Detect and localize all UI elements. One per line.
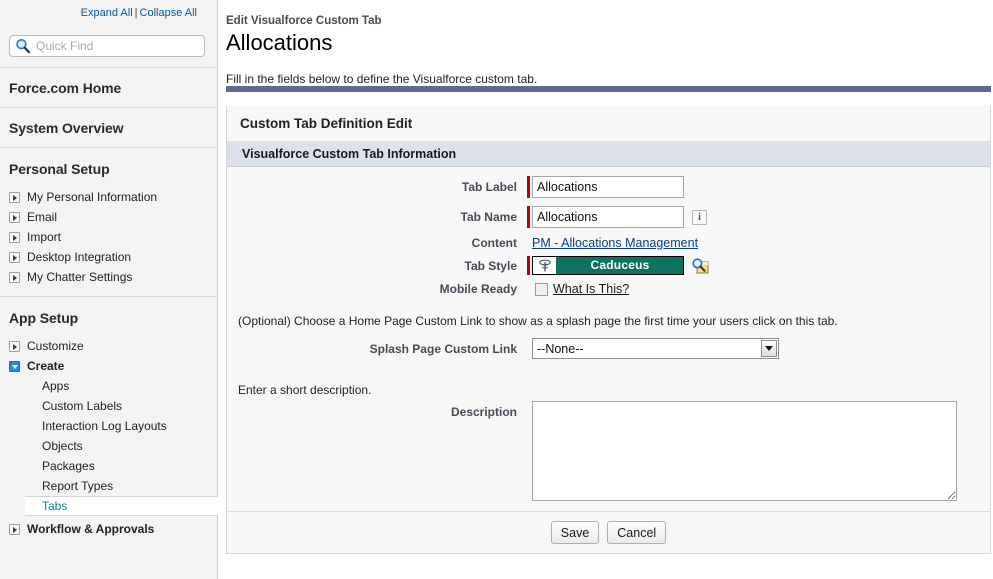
description-textarea[interactable] xyxy=(532,401,957,501)
form-area: Tab Label Tab Name i xyxy=(227,167,990,553)
expand-all-link[interactable]: Expand All xyxy=(81,7,133,19)
field-row-description: Description xyxy=(227,401,990,501)
splash-link-control: --None-- xyxy=(527,338,779,359)
sidebar-item-desktop-integration[interactable]: Desktop Integration xyxy=(0,247,217,267)
chevron-right-icon[interactable] xyxy=(9,271,20,283)
sidebar-item-custom-labels[interactable]: Custom Labels xyxy=(0,396,217,416)
sidebar-item-customize[interactable]: Customize xyxy=(0,336,217,356)
splash-link-label: Splash Page Custom Link xyxy=(369,341,517,356)
chevron-right-icon[interactable] xyxy=(9,251,20,263)
sidebar-item-workflow-approvals[interactable]: Workflow & Approvals xyxy=(0,519,217,539)
quick-find-input[interactable] xyxy=(9,35,205,57)
quick-find-wrapper xyxy=(9,35,205,57)
required-indicator xyxy=(527,256,530,275)
cancel-button[interactable]: Cancel xyxy=(607,521,667,544)
sidebar-item-report-types[interactable]: Report Types xyxy=(0,476,217,496)
description-control xyxy=(527,401,957,501)
sidebar-item-label: Desktop Integration xyxy=(27,250,132,264)
sidebar-item-label: My Chatter Settings xyxy=(27,270,133,284)
collapse-all-link[interactable]: Collapse All xyxy=(140,7,197,19)
tab-style-name: Caduceus xyxy=(590,258,650,272)
chevron-down-icon[interactable] xyxy=(9,360,20,372)
info-icon[interactable]: i xyxy=(692,209,707,225)
field-row-splash-link: Splash Page Custom Link --None-- xyxy=(227,338,990,359)
sidebar-item-tabs[interactable]: Tabs xyxy=(25,496,218,516)
sidebar-header-personal-setup: Personal Setup xyxy=(9,161,110,177)
sidebar-item-label: Customize xyxy=(27,339,84,353)
tab-name-input[interactable] xyxy=(532,206,684,228)
field-row-content: Content PM - Allocations Management xyxy=(227,236,990,250)
setup-page: Expand All|Collapse All Force.com Home S… xyxy=(0,0,993,579)
sidebar-item-apps[interactable]: Apps xyxy=(0,376,217,396)
caduceus-icon xyxy=(533,257,557,274)
sidebar-item-system-overview[interactable]: System Overview xyxy=(0,108,217,147)
custom-tab-definition-panel: Custom Tab Definition Edit Visualforce C… xyxy=(226,106,991,554)
mobile-ready-checkbox[interactable] xyxy=(535,282,548,296)
tab-label-label: Tab Label xyxy=(461,180,517,194)
sidebar-item-objects[interactable]: Objects xyxy=(0,436,217,456)
sidebar-item-interaction-log-layouts[interactable]: Interaction Log Layouts xyxy=(0,416,217,436)
tab-name-label: Tab Name xyxy=(460,210,517,224)
field-row-tab-style: Tab Style Caduceus xyxy=(227,256,990,275)
tab-style-label: Tab Style xyxy=(464,258,517,273)
tab-label-control xyxy=(527,176,684,198)
content-control: PM - Allocations Management xyxy=(527,236,698,250)
sidebar-item-import[interactable]: Import xyxy=(0,227,217,247)
tab-style-control: Caduceus xyxy=(527,256,709,275)
field-row-tab-label: Tab Label xyxy=(227,176,990,198)
chevron-right-icon[interactable] xyxy=(9,211,20,223)
expand-collapse-links: Expand All | Collapse All xyxy=(10,6,207,20)
tab-name-control: i xyxy=(527,206,707,228)
mobile-ready-control: What Is This? xyxy=(527,282,629,296)
splash-help-text: (Optional) Choose a Home Page Custom Lin… xyxy=(238,314,838,328)
sidebar-item-packages[interactable]: Packages xyxy=(0,456,217,476)
required-indicator xyxy=(527,206,530,228)
sidebar-item-label: Create xyxy=(27,359,65,373)
content-label: Content xyxy=(471,236,517,250)
panel-accent-bar xyxy=(226,86,991,92)
page-intro-text: Fill in the fields below to define the V… xyxy=(226,72,538,86)
setup-sidebar: Expand All|Collapse All Force.com Home S… xyxy=(0,0,218,579)
sidebar-header-app-setup: App Setup xyxy=(9,310,79,326)
chevron-right-icon[interactable] xyxy=(9,191,20,203)
sidebar-item-force-home[interactable]: Force.com Home xyxy=(0,68,217,107)
what-is-this-link[interactable]: What Is This? xyxy=(553,282,629,296)
tab-style-swatch[interactable]: Caduceus xyxy=(532,256,684,275)
breadcrumb: Edit Visualforce Custom Tab xyxy=(226,15,382,27)
sidebar-item-my-personal-information[interactable]: My Personal Information xyxy=(0,187,217,207)
lookup-icon[interactable] xyxy=(691,257,709,275)
mobile-ready-label: Mobile Ready xyxy=(439,282,517,296)
description-help-text: Enter a short description. xyxy=(238,383,372,397)
chevron-right-icon[interactable] xyxy=(9,340,20,352)
description-label: Description xyxy=(450,405,517,419)
chevron-right-icon[interactable] xyxy=(9,523,20,535)
main-inner: Edit Visualforce Custom Tab Allocations … xyxy=(218,0,993,554)
sidebar-item-label: Workflow & Approvals xyxy=(27,522,155,536)
tab-label-input[interactable] xyxy=(532,176,684,198)
main-content: Edit Visualforce Custom Tab Allocations … xyxy=(218,0,993,579)
required-indicator xyxy=(527,176,530,198)
sidebar-item-email[interactable]: Email xyxy=(0,207,217,227)
field-row-mobile-ready: Mobile Ready What Is This? xyxy=(227,282,990,296)
save-button[interactable]: Save xyxy=(550,521,600,544)
link-separator: | xyxy=(134,7,138,19)
sidebar-item-label: Import xyxy=(27,230,62,244)
panel-title: Custom Tab Definition Edit xyxy=(227,106,990,142)
sidebar-item-my-chatter-settings[interactable]: My Chatter Settings xyxy=(0,267,217,287)
panel-footer: Save Cancel xyxy=(227,511,990,553)
chevron-right-icon[interactable] xyxy=(9,231,20,243)
sidebar-top: Expand All | Collapse All xyxy=(0,0,217,28)
field-row-tab-name: Tab Name i xyxy=(227,206,990,228)
section-header: Visualforce Custom Tab Information xyxy=(227,142,990,167)
sidebar-item-label: My Personal Information xyxy=(27,190,158,204)
splash-select-wrapper: --None-- xyxy=(532,338,779,359)
sidebar-item-label: Email xyxy=(27,210,58,224)
page-title: Allocations xyxy=(226,30,333,55)
splash-link-select[interactable]: --None-- xyxy=(532,338,779,359)
content-page-link[interactable]: PM - Allocations Management xyxy=(532,236,698,250)
sidebar-item-create[interactable]: Create xyxy=(0,356,217,376)
